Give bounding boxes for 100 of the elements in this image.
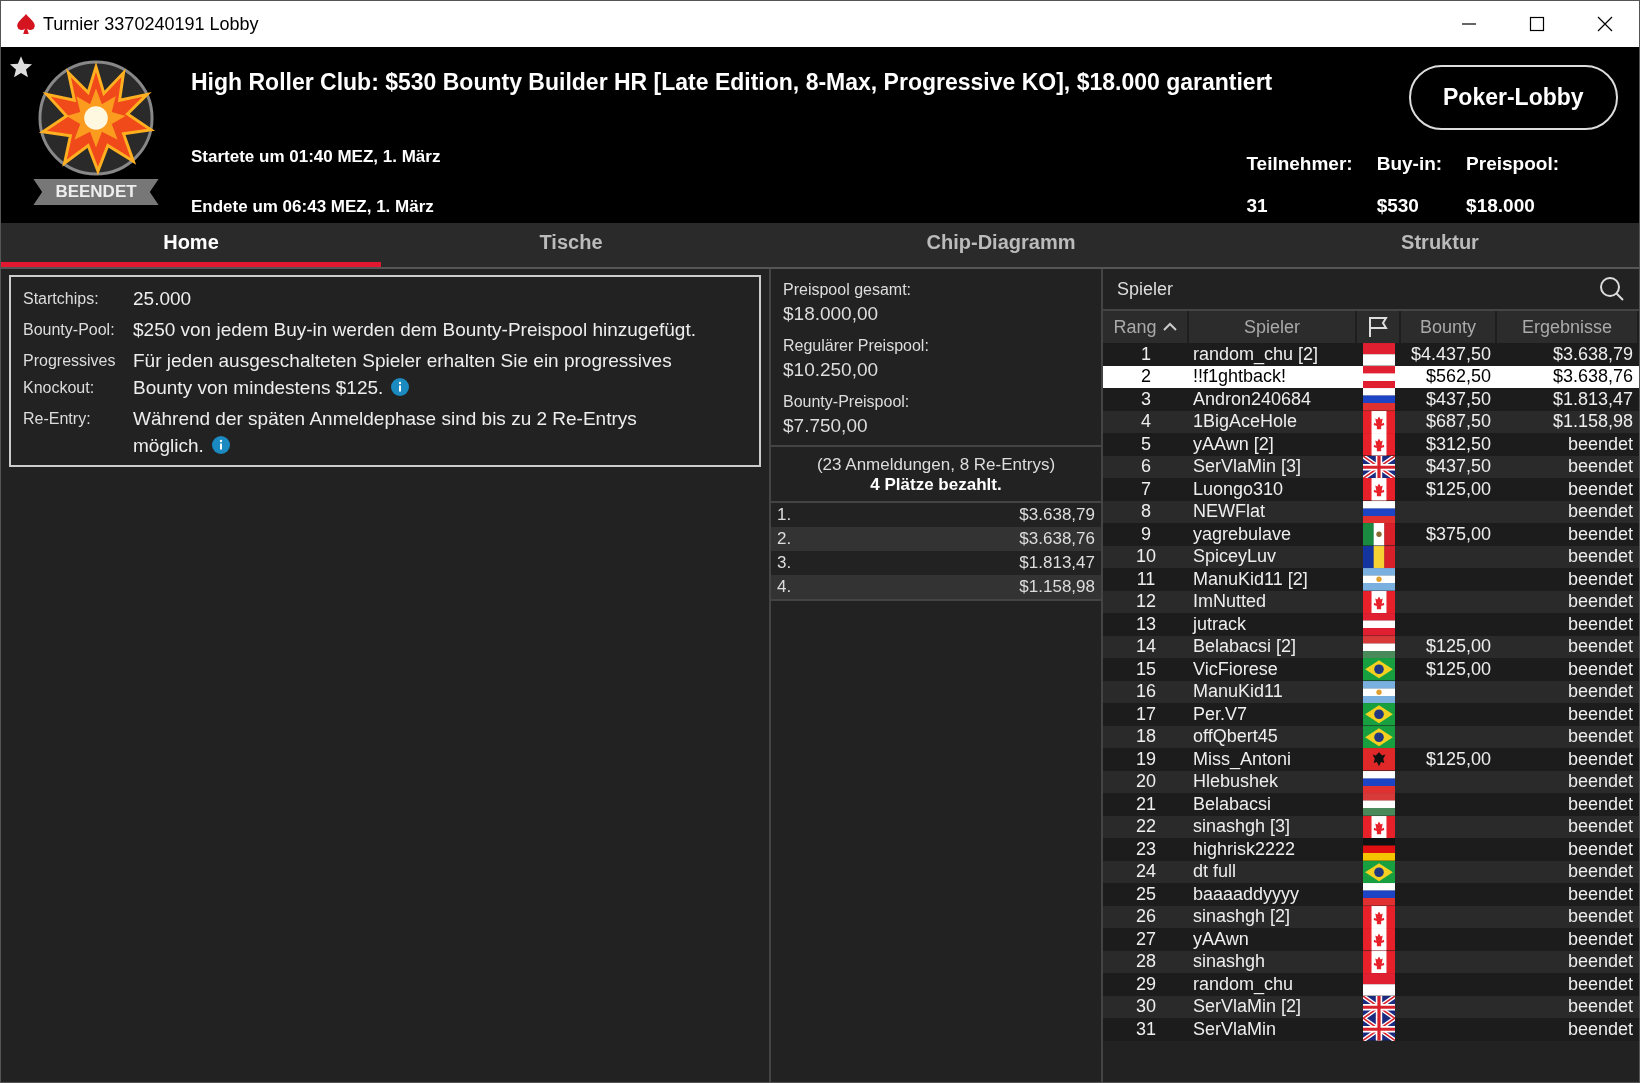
info-icon[interactable]: [391, 378, 410, 396]
tab[interactable]: Tische: [381, 223, 761, 267]
flag-column-icon[interactable]: [1367, 316, 1389, 338]
poker-lobby-button[interactable]: Poker-Lobby: [1409, 65, 1618, 130]
player-name: sinashgh [2]: [1192, 906, 1292, 928]
player-row[interactable]: 22 sinashgh [3] beendet: [1103, 815, 1639, 838]
player-name: Luongo310: [1192, 478, 1285, 500]
spade-logo-icon: [15, 13, 37, 35]
player-row[interactable]: 20 Hlebushek beendet: [1103, 770, 1639, 793]
player-row[interactable]: 25 baaaaddyyyy beendet: [1103, 883, 1639, 906]
player-row[interactable]: 7 Luongo310 $125,00 beendet: [1103, 478, 1639, 501]
player-row[interactable]: 4 1BigAceHole $687,50 $1.158,98: [1103, 410, 1639, 433]
player-row[interactable]: 28 sinashgh beendet: [1103, 950, 1639, 973]
maple-leaf-flag-icon: [1363, 815, 1395, 838]
player-name: Andron240684: [1192, 388, 1313, 410]
vertical-tricolour-flag-icon: [1363, 523, 1395, 546]
stat-label: Teilnehmer:: [1246, 153, 1353, 175]
player-row[interactable]: 17 Per.V7 beendet: [1103, 703, 1639, 726]
player-name: NEWFlat: [1192, 501, 1266, 523]
result-cell-text: beendet: [1566, 433, 1634, 455]
player-name: baaaaddyyyy: [1192, 883, 1301, 905]
striped-flag-icon: [1363, 770, 1395, 793]
maximize-icon[interactable]: [1529, 16, 1545, 32]
player-name: SerVlaMin [2]: [1192, 996, 1303, 1018]
payout-amount: $3.638,76: [1019, 529, 1095, 549]
payout-amount: $3.638,79: [1019, 505, 1095, 525]
player-row[interactable]: 27 yAAwn beendet: [1103, 928, 1639, 951]
player-row[interactable]: 26 sinashgh [2] beendet: [1103, 905, 1639, 928]
tab[interactable]: Home: [1, 223, 381, 267]
player-row[interactable]: 14 Belabacsi [2] $125,00 beendet: [1103, 635, 1639, 658]
ko-badge-icon: [37, 59, 155, 177]
player-row[interactable]: 21 Belabacsi beendet: [1103, 793, 1639, 816]
player-row[interactable]: 29 random_chu beendet: [1103, 973, 1639, 996]
player-name: SerVlaMin: [1192, 1018, 1278, 1040]
rank-cell-text: 26: [1135, 906, 1157, 928]
player-row[interactable]: 1 random_chu [2] $4.437,50 $3.638,79: [1103, 343, 1639, 366]
vertical-tricolour-flag-icon: [1363, 545, 1395, 568]
bounty-cell-text: $375,00: [1424, 523, 1492, 545]
player-row[interactable]: 11 ManuKid11 [2] beendet: [1103, 568, 1639, 591]
result-cell-text: beendet: [1566, 546, 1634, 568]
player-name: jutrack: [1191, 613, 1247, 635]
player-row[interactable]: 8 NEWFlat beendet: [1103, 500, 1639, 523]
info-label: Re-Entry:: [23, 409, 92, 429]
rank-cell-text: 29: [1135, 973, 1157, 995]
rank-cell-text: 12: [1135, 591, 1157, 613]
info-text: Für jeden ausgeschalteten Spieler erhalten Sie ein progressives Bounty von mindestens $125.: [133, 349, 673, 400]
result-cell-text: beendet: [1566, 816, 1634, 838]
maple-leaf-flag-icon: [1363, 433, 1395, 456]
tab[interactable]: Chip-Diagramm: [761, 223, 1241, 267]
player-row[interactable]: 31 SerVlaMin beendet: [1103, 1018, 1639, 1041]
result-cell-text: beendet: [1566, 726, 1634, 748]
rank-cell-text: 31: [1135, 1018, 1157, 1040]
diamond-flag-icon: [1363, 725, 1395, 748]
diamond-flag-icon: [1363, 860, 1395, 883]
rank-cell-text: 28: [1135, 951, 1157, 973]
player-name: Per.V7: [1192, 703, 1249, 725]
player-name: yAAwn: [1192, 928, 1250, 950]
player-row[interactable]: 18 offQbert45 beendet: [1103, 725, 1639, 748]
union-jack-flag-icon: [1363, 1018, 1395, 1041]
bounty-cell-text: $562,50: [1424, 366, 1492, 388]
striped-flag-icon: [1363, 838, 1395, 861]
bounty-cell-text: $125,00: [1424, 636, 1492, 658]
entries-text: (23 Anmeldungen, 8 Re-Entrys): [816, 455, 1056, 475]
player-row[interactable]: 16 ManuKid11 beendet: [1103, 680, 1639, 703]
player-row[interactable]: 9 yagrebulave $375,00 beendet: [1103, 523, 1639, 546]
player-row[interactable]: 13 jutrack beendet: [1103, 613, 1639, 636]
player-name: dt full: [1192, 861, 1238, 883]
player-row[interactable]: 30 SerVlaMin [2] beendet: [1103, 995, 1639, 1018]
maple-leaf-flag-icon: [1363, 950, 1395, 973]
stat-label: Buy-in:: [1376, 153, 1443, 175]
union-jack-flag-icon: [1363, 995, 1395, 1018]
search-icon[interactable]: [1599, 276, 1625, 302]
result-cell-text: beendet: [1566, 771, 1634, 793]
diamond-flag-icon: [1363, 703, 1395, 726]
result-cell-text: $3.638,79: [1551, 343, 1634, 365]
bounty-cell-text: $125,00: [1424, 748, 1492, 770]
search-label: Spieler: [1117, 278, 1174, 300]
striped-flag-icon: [1363, 635, 1395, 658]
stat-value: $530: [1376, 195, 1420, 217]
rank-cell-text: 30: [1135, 996, 1157, 1018]
star-icon[interactable]: [9, 55, 33, 79]
player-row[interactable]: 5 yAAwn [2] $312,50 beendet: [1103, 433, 1639, 456]
player-row[interactable]: 19 Miss_Antoni $125,00 beendet: [1103, 748, 1639, 771]
close-icon[interactable]: [1597, 16, 1613, 32]
player-row[interactable]: 23 highrisk2222 beendet: [1103, 838, 1639, 861]
player-row[interactable]: 10 SpiceyLuv beendet: [1103, 545, 1639, 568]
player-row[interactable]: 12 ImNutted beendet: [1103, 590, 1639, 613]
info-icon[interactable]: [211, 436, 230, 454]
striped-flag-icon: [1363, 613, 1395, 636]
player-name: sinashgh: [1192, 951, 1267, 973]
tab[interactable]: Struktur: [1241, 223, 1639, 267]
rank-cell-text: 27: [1135, 928, 1157, 950]
player-row[interactable]: 3 Andron240684 $437,50 $1.813,47: [1103, 388, 1639, 411]
player-row[interactable]: 15 VicFiorese $125,00 beendet: [1103, 658, 1639, 681]
rank-cell-text: 19: [1135, 748, 1157, 770]
player-row[interactable]: 6 SerVlaMin [3] $437,50 beendet: [1103, 455, 1639, 478]
player-row[interactable]: 24 dt full beendet: [1103, 860, 1639, 883]
two-stripe-flag-icon: [1363, 973, 1395, 996]
info-label: Bounty-Pool:: [23, 320, 116, 340]
result-cell-text: beendet: [1566, 973, 1634, 995]
